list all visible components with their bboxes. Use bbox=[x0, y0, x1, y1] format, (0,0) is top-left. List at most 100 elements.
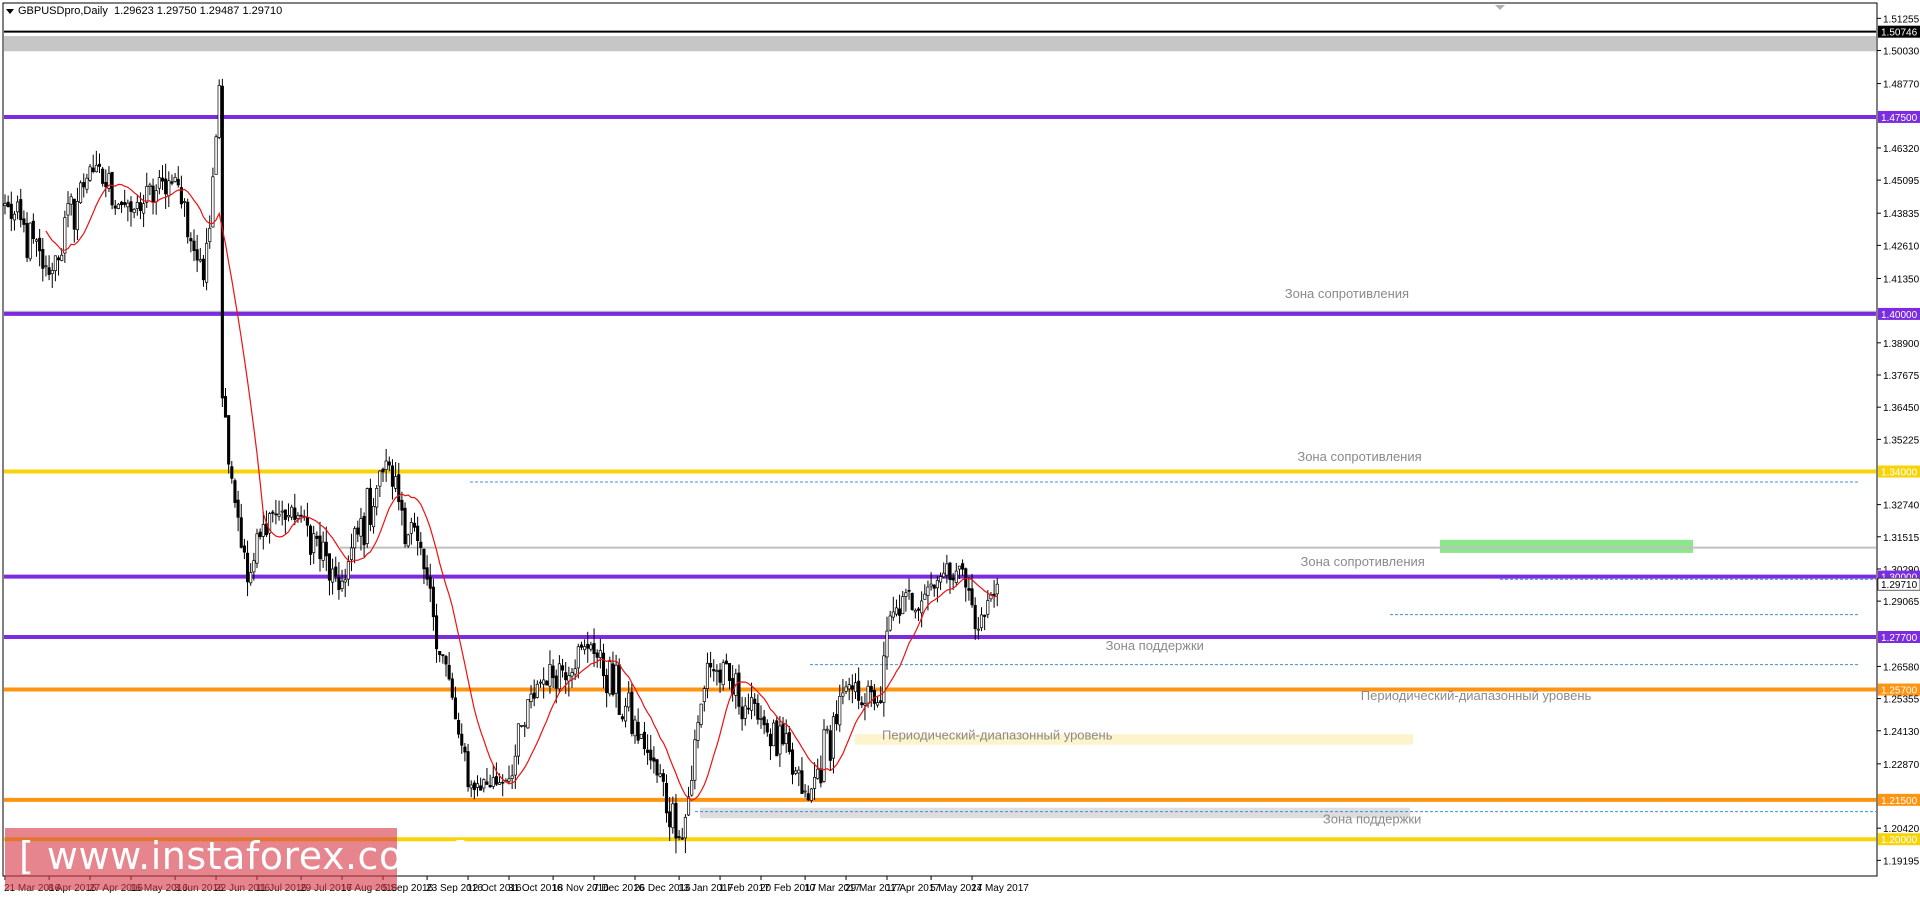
price-tick-label: 1.42610 bbox=[1883, 241, 1920, 252]
candle-body bbox=[368, 487, 372, 525]
candle-body bbox=[822, 729, 826, 782]
candle-body bbox=[286, 515, 291, 518]
candle-body bbox=[208, 227, 212, 243]
candle-body bbox=[157, 177, 161, 189]
candle-body bbox=[142, 203, 146, 214]
candle-body bbox=[435, 615, 439, 650]
candle-body bbox=[715, 670, 719, 673]
candle-body bbox=[211, 176, 215, 228]
candle-body bbox=[129, 201, 133, 212]
watermark-text: [ www.instaforex.com ] bbox=[19, 834, 469, 878]
candle-body bbox=[293, 507, 297, 520]
candle-body bbox=[356, 527, 360, 535]
candle-body bbox=[898, 608, 902, 616]
annotation-label: Зона сопротивления bbox=[1297, 449, 1421, 464]
candle-body bbox=[66, 203, 70, 216]
candle-body bbox=[438, 651, 442, 656]
dropdown-arrow-icon[interactable] bbox=[6, 8, 14, 14]
candle-body bbox=[954, 570, 958, 583]
candle-body bbox=[154, 190, 158, 203]
candle-body bbox=[453, 697, 458, 720]
level-price-label: 1.21500 bbox=[1881, 796, 1918, 807]
candle-body bbox=[642, 731, 647, 750]
candle-body bbox=[431, 586, 435, 618]
price-tick-label: 1.51255 bbox=[1883, 14, 1920, 25]
candle-body bbox=[135, 202, 139, 209]
candle-body bbox=[513, 755, 517, 776]
candle-body bbox=[472, 782, 476, 791]
candle-body bbox=[951, 577, 955, 581]
candle-body bbox=[173, 176, 177, 182]
candle-body bbox=[274, 513, 278, 516]
candle-body bbox=[655, 759, 659, 776]
candle-body bbox=[664, 782, 669, 814]
ohlc-values: 1.29623 1.29750 1.29487 1.29710 bbox=[113, 5, 283, 17]
candle-body bbox=[765, 723, 769, 733]
candle-body bbox=[176, 178, 180, 186]
candle-body bbox=[387, 461, 391, 466]
candle-body bbox=[721, 662, 725, 686]
price-tick-label: 1.36450 bbox=[1883, 403, 1920, 414]
candle-body bbox=[831, 716, 836, 759]
candle-body bbox=[784, 733, 788, 745]
candle-body bbox=[205, 242, 209, 283]
candle-body bbox=[318, 535, 322, 560]
candle-body bbox=[56, 257, 61, 261]
candle-body bbox=[838, 696, 842, 726]
watermark-banner: [ www.instaforex.com ] bbox=[5, 828, 468, 890]
candle-body bbox=[554, 675, 558, 689]
candle-body bbox=[932, 584, 936, 589]
candle-body bbox=[863, 703, 867, 706]
candle-body bbox=[797, 769, 801, 774]
candle-body bbox=[425, 567, 429, 580]
candle-body bbox=[847, 684, 851, 690]
candle-body bbox=[151, 185, 155, 203]
candle-body bbox=[746, 707, 750, 710]
price-tick-label: 1.38900 bbox=[1883, 339, 1920, 350]
candle-body bbox=[929, 583, 933, 587]
candle-body bbox=[132, 208, 136, 213]
candle-body bbox=[961, 563, 965, 570]
candle-body bbox=[627, 692, 631, 708]
candle-body bbox=[935, 580, 939, 589]
candle-body bbox=[816, 768, 820, 779]
candle-body bbox=[69, 196, 73, 205]
candle-body bbox=[879, 700, 883, 704]
candle-body bbox=[979, 614, 984, 629]
price-tick-label: 1.46320 bbox=[1883, 144, 1920, 155]
candle-body bbox=[246, 552, 250, 583]
candle-body bbox=[639, 733, 643, 739]
candle-body bbox=[986, 600, 990, 615]
candle-body bbox=[384, 460, 388, 470]
candle-body bbox=[794, 770, 798, 774]
candle-body bbox=[444, 656, 448, 665]
price-chart[interactable]: Зона сопротивления Зона сопротивления Зона… bbox=[0, 0, 1920, 898]
price-tick-label: 1.29065 bbox=[1883, 597, 1920, 608]
candle-body bbox=[857, 680, 861, 701]
candle-body bbox=[321, 541, 325, 561]
candle-body bbox=[579, 644, 584, 648]
candle-body bbox=[636, 721, 640, 741]
candle-body bbox=[557, 663, 561, 690]
candle-body bbox=[346, 561, 350, 580]
candle-body bbox=[630, 691, 634, 734]
candle-body bbox=[126, 202, 130, 208]
candle-body bbox=[406, 534, 410, 547]
candle-body bbox=[469, 784, 473, 789]
candle-body bbox=[787, 732, 791, 753]
candle-body bbox=[479, 785, 483, 791]
candle-body bbox=[768, 733, 773, 747]
candle-body bbox=[674, 802, 678, 839]
candle-body bbox=[22, 218, 26, 225]
candle-body bbox=[227, 415, 231, 465]
candle-body bbox=[923, 593, 927, 600]
candle-body bbox=[633, 719, 637, 737]
candle-body bbox=[545, 680, 549, 686]
candle-body bbox=[3, 203, 7, 206]
candle-body bbox=[31, 220, 35, 240]
candle-body bbox=[6, 201, 10, 208]
candle-body bbox=[44, 265, 48, 268]
candle-body bbox=[737, 672, 741, 707]
price-tick-label: 1.48770 bbox=[1883, 80, 1920, 91]
candle-body bbox=[995, 583, 999, 595]
